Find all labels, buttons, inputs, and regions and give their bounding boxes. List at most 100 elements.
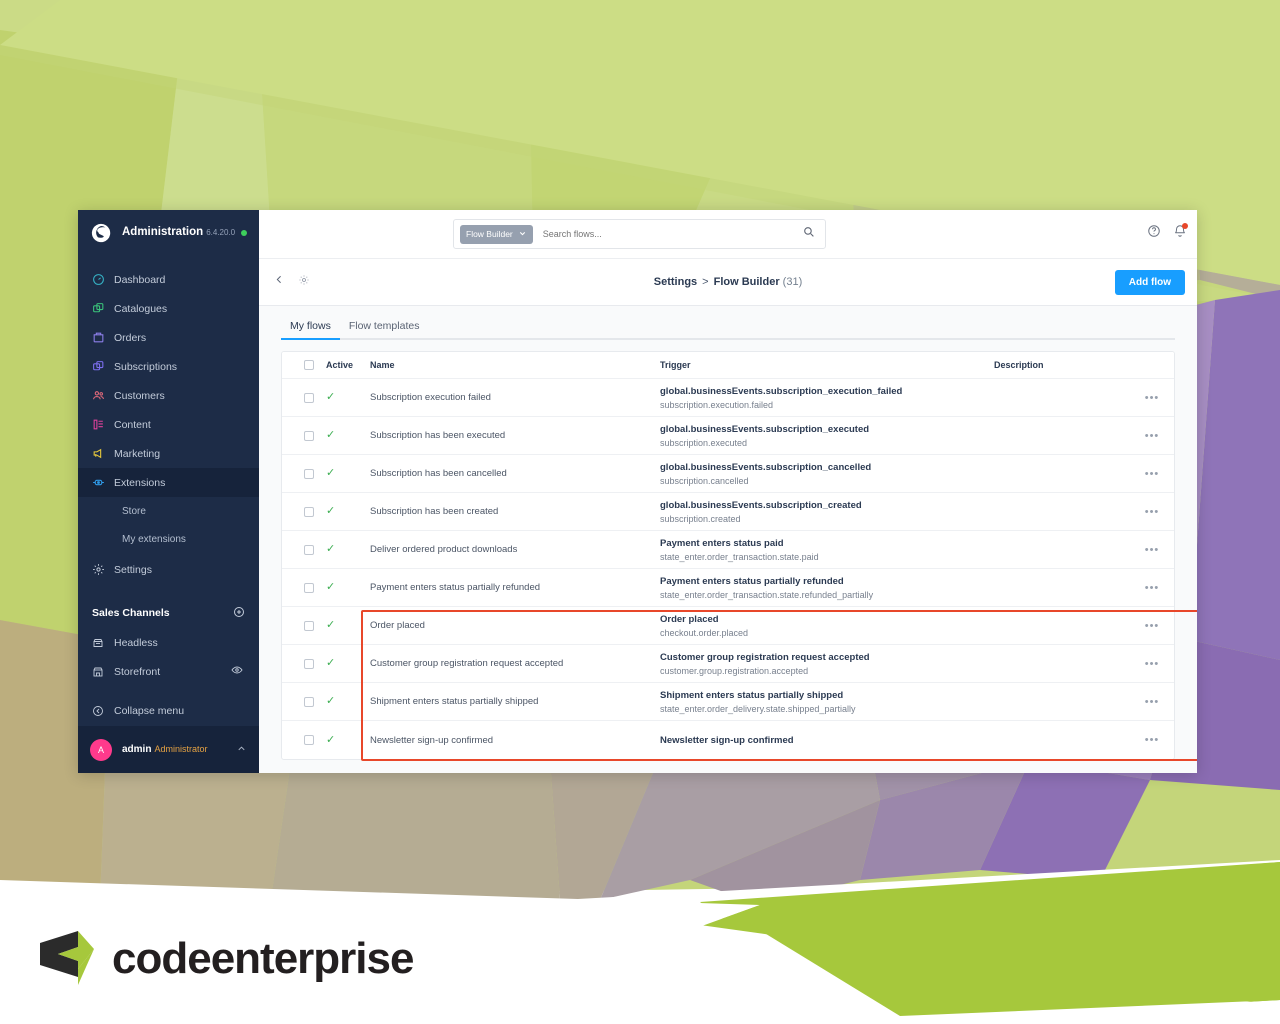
content-icon [92,418,114,431]
page-title: Flow Builder [713,276,780,288]
row-name: Shipment enters status partially shipped [370,696,539,707]
sidebar-item-catalogues[interactable]: Catalogues [78,294,259,323]
row-checkbox[interactable] [304,658,314,669]
sidebar-item-settings[interactable]: Settings [78,555,259,584]
row-active-cell: ✓ [326,658,370,669]
tab-my-flows[interactable]: My flows [281,320,340,340]
search-icon[interactable] [802,225,819,243]
global-search[interactable]: Flow Builder [453,219,826,249]
table-row[interactable]: ✓ Customer group registration request acc… [282,645,1174,683]
gear-icon [92,563,114,576]
row-checkbox[interactable] [304,582,314,593]
bell-icon[interactable] [1173,223,1188,243]
sidebar-item-orders[interactable]: Orders [78,323,259,352]
table-row[interactable]: ✓ Order placed Order placed checkout.order.… [282,607,1174,645]
sidebar-item-storefront[interactable]: Storefront [78,657,259,686]
sidebar-item-content[interactable]: Content [78,410,259,439]
row-select-cell [282,544,326,555]
search-scope-chip[interactable]: Flow Builder [460,224,533,244]
trigger-main: Newsletter sign-up confirmed [660,734,794,746]
table-row[interactable]: ✓ Subscription has been cancelled global.b… [282,455,1174,493]
row-name: Subscription has been executed [370,430,506,441]
sidebar-header[interactable]: Administration 6.4.20.0 [78,210,259,256]
column-header-description: Description [994,360,1044,370]
trigger-main: Order placed [660,613,719,625]
row-actions-button[interactable]: ••• [1130,544,1174,556]
row-checkbox[interactable] [304,506,314,517]
row-select-cell [282,658,326,669]
table-row[interactable]: ✓ Shipment enters status partially shippe… [282,683,1174,721]
sidebar-user-menu[interactable]: A admin Administrator [78,726,259,773]
active-check-icon: ✓ [326,581,336,593]
sidebar-item-marketing[interactable]: Marketing [78,439,259,468]
screenshot-stage: Administration 6.4.20.0 Dashboard Catalo… [0,0,1280,1024]
table-header-row: Active Name Trigger Description [282,352,1174,379]
flows-table: Active Name Trigger Description ✓ Subscri… [281,351,1175,760]
notification-badge-dot [1182,223,1188,229]
select-all-checkbox[interactable] [304,360,314,370]
table-row[interactable]: ✓ Subscription execution failed global.bus… [282,379,1174,417]
row-actions-button[interactable]: ••• [1130,582,1174,594]
row-actions-button[interactable]: ••• [1130,468,1174,480]
user-info: admin Administrator [122,743,236,757]
table-body: ✓ Subscription execution failed global.bus… [282,379,1174,759]
chevron-up-icon[interactable] [236,743,247,757]
add-flow-button[interactable]: Add flow [1114,270,1185,295]
sidebar-header-text: Administration 6.4.20.0 [122,226,241,239]
plus-circle-icon[interactable] [233,606,245,621]
trigger-main: Payment enters status paid [660,537,784,549]
row-checkbox[interactable] [304,620,314,631]
active-check-icon: ✓ [326,429,336,441]
row-actions-button[interactable]: ••• [1130,696,1174,708]
row-active-cell: ✓ [326,734,370,746]
sidebar-item-dashboard[interactable]: Dashboard [78,265,259,294]
sidebar-item-subscriptions[interactable]: Subscriptions [78,352,259,381]
trigger-sub: subscription.cancelled [660,475,749,486]
row-checkbox[interactable] [304,696,314,707]
sidebar-item-label: Extensions [114,476,166,489]
tab-flow-templates[interactable]: Flow templates [340,320,429,340]
table-row[interactable]: ✓ Deliver ordered product downloads Paymen… [282,531,1174,569]
table-row[interactable]: ✓ Subscription has been executed global.bu… [282,417,1174,455]
chevron-down-icon[interactable] [518,229,527,240]
row-actions-button[interactable]: ••• [1130,392,1174,404]
row-checkbox[interactable] [304,735,314,745]
row-actions-button[interactable]: ••• [1130,430,1174,442]
row-checkbox[interactable] [304,544,314,555]
row-actions-button[interactable]: ••• [1130,658,1174,670]
codeenterprise-logo: codeenterprise [38,925,414,992]
sidebar-item-store[interactable]: Store [78,497,259,525]
row-active-cell: ✓ [326,468,370,479]
sidebar-item-my-extensions[interactable]: My extensions [78,525,259,553]
dashboard-icon [92,273,114,286]
sidebar-item-collapse-menu[interactable]: Collapse menu [78,696,259,725]
help-circle-icon[interactable] [1147,224,1161,243]
row-trigger: global.businessEvents.subscription_execu… [660,386,994,410]
sidebar-item-extensions[interactable]: Extensions [78,468,259,497]
row-trigger: global.businessEvents.subscription_creat… [660,500,994,524]
trigger-main: Customer group registration request acce… [660,651,870,663]
breadcrumb-parent[interactable]: Settings [654,276,697,288]
sidebar-item-label: Customers [114,389,165,402]
row-select-cell [282,582,326,593]
search-input[interactable] [532,229,802,239]
table-row[interactable]: ✓ Newsletter sign-up confirmed Newsletter … [282,721,1174,759]
sidebar-item-customers[interactable]: Customers [78,381,259,410]
row-actions-button[interactable]: ••• [1130,620,1174,632]
row-checkbox[interactable] [304,430,314,441]
sidebar-item-label: Headless [114,636,158,649]
row-checkbox[interactable] [304,392,314,403]
row-checkbox[interactable] [304,468,314,479]
row-select-cell [282,696,326,707]
row-actions-button[interactable]: ••• [1130,734,1174,746]
row-actions-button[interactable]: ••• [1130,506,1174,518]
search-scope-label: Flow Builder [466,229,513,239]
sidebar-item-headless[interactable]: Headless [78,628,259,657]
table-row[interactable]: ✓ Payment enters status partially refunde… [282,569,1174,607]
sidebar-item-label: Content [114,418,151,431]
trigger-main: Payment enters status partially refunded [660,575,844,587]
row-select-cell [282,468,326,479]
eye-icon[interactable] [231,664,243,679]
table-row[interactable]: ✓ Subscription has been created global.bus… [282,493,1174,531]
sidebar-item-label: Catalogues [114,302,168,315]
